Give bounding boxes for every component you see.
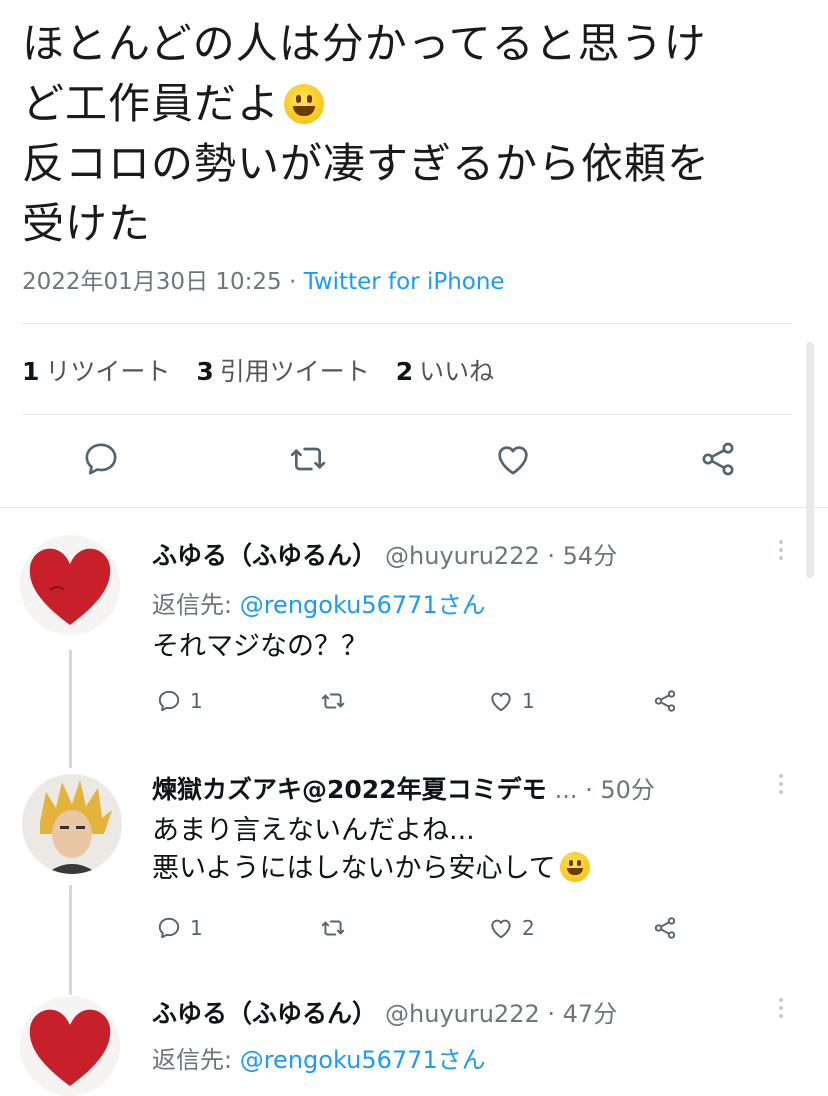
user-handle[interactable]: @huyuru222 [385,542,540,570]
avatar[interactable] [20,535,120,635]
thread-line [69,650,72,768]
meta-separator: · [281,269,304,295]
reply-count: 1 [190,689,203,713]
avatar[interactable] [22,774,122,874]
reply-text: それマジなの？？ [152,631,368,662]
tweet-source[interactable]: Twitter for iPhone [304,269,505,295]
reply-header: ふゆる（ふゆるん） @huyuru222 · 47分 [152,994,617,1030]
divider [0,507,828,508]
reply-action-bar: 1 2 [152,915,692,945]
retweet-icon[interactable] [285,436,331,482]
like-count: 2 [522,916,535,940]
avatar[interactable] [20,996,120,1096]
tweet-text: ほとんどの人は分かってると思うけ ど工作員だよ 反コロの勢いが凄すぎるから依頼を… [22,14,782,254]
tweet-line: ど工作員だよ [22,74,782,134]
user-handle[interactable]: ... [555,776,578,804]
user-handle[interactable]: @huyuru222 [385,1000,540,1028]
display-name[interactable]: ふゆる（ふゆるん） [152,999,377,1028]
grinning-emoji-icon [559,852,590,882]
tweet-line: 反コロの勢いが凄すぎるから依頼を [22,139,711,188]
reply-to-line: 返信先: @rengoku56771さん [152,591,486,619]
like-stat[interactable]: 2 いいね [396,357,494,386]
like-button[interactable]: 2 [488,915,535,941]
reply-button[interactable]: 1 [156,915,203,941]
more-options-icon[interactable] [778,774,784,798]
tweet-meta: 2022年01月30日 10:25 · Twitter for iPhone [22,262,505,296]
reply-text: あまり言えないんだよね... 悪いようにはしないから安心して [152,812,590,888]
reply-count: 1 [190,916,203,940]
reply-header: ふゆる（ふゆるん） @huyuru222 · 54分 [152,536,617,572]
reply-time[interactable]: · 47分 [547,1000,617,1028]
reply-header: 煉獄カズアキ@2022年夏コミデモ... · 50分 [152,770,655,806]
retweet-stat[interactable]: 1 リツイート [22,357,170,386]
reply-time[interactable]: · 54分 [547,542,617,570]
tweet-stats: 1 リツイート 3 引用ツイート 2 いいね [22,352,512,388]
mention-link[interactable]: @rengoku56771さん [240,591,486,619]
share-button[interactable] [652,688,678,714]
like-button[interactable]: 1 [488,688,535,714]
tweet-line: 受けた [22,199,152,248]
reply-icon[interactable] [78,436,124,482]
retweet-button[interactable] [320,688,346,714]
thread-line [69,885,72,995]
retweet-button[interactable] [320,915,346,941]
tweet-timestamp[interactable]: 2022年01月30日 10:25 [22,269,282,295]
share-button[interactable] [652,915,678,941]
divider [22,323,792,324]
tweet-line: ほとんどの人は分かってると思うけ [22,19,707,68]
display-name[interactable]: ふゆる（ふゆるん） [152,541,377,570]
tweet-action-bar [0,436,828,486]
more-options-icon[interactable] [778,998,784,1022]
reply-time[interactable]: · 50分 [585,776,655,804]
display-name[interactable]: 煉獄カズアキ@2022年夏コミデモ [152,775,547,804]
reply-button[interactable]: 1 [156,688,203,714]
share-icon[interactable] [695,436,741,482]
more-options-icon[interactable] [778,540,784,564]
quote-tweet-stat[interactable]: 3 引用ツイート [196,357,369,386]
mention-link[interactable]: @rengoku56771さん [240,1046,486,1074]
divider [22,414,792,415]
like-icon[interactable] [490,436,536,482]
like-count: 1 [522,689,535,713]
reply-action-bar: 1 1 [152,688,692,718]
grinning-emoji-icon [284,84,325,124]
